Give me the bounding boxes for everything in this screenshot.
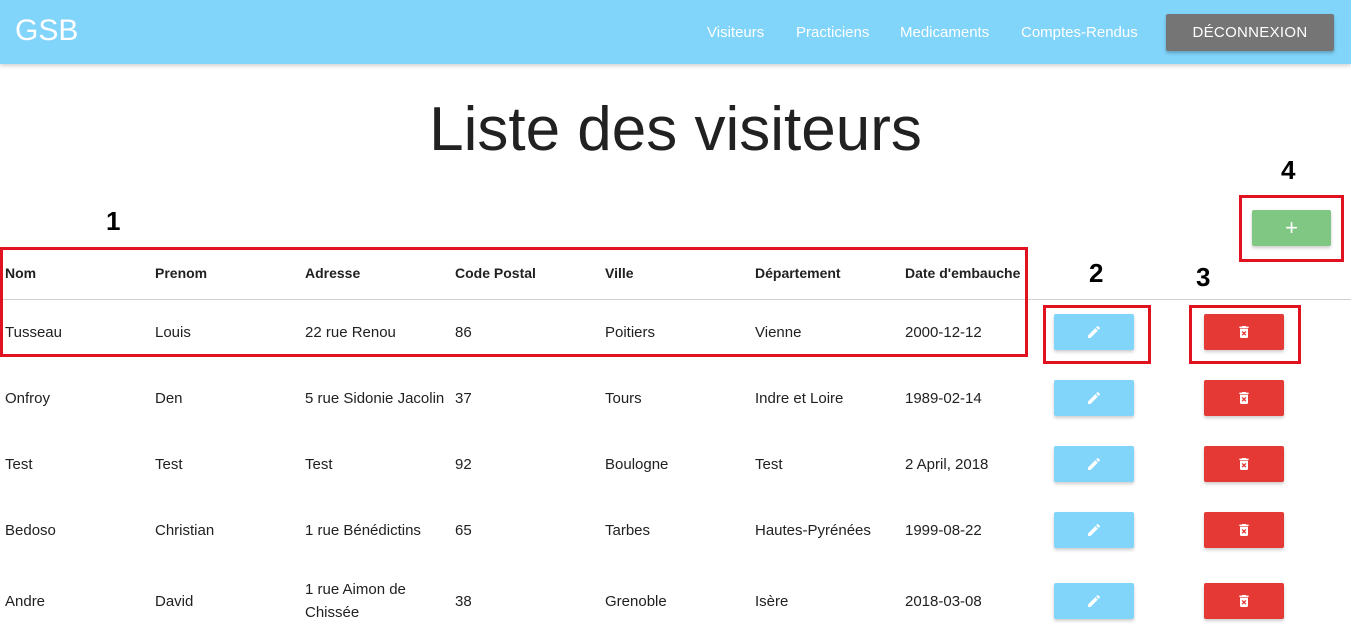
- cell-nom: Bedoso: [5, 522, 56, 539]
- cell-nom: Test: [5, 456, 33, 473]
- cell-departement: Test: [755, 456, 783, 473]
- trash-icon: [1239, 524, 1249, 536]
- cell-nom: Onfroy: [5, 390, 51, 407]
- top-navbar: GSB Visiteurs Practiciens Medicaments Co…: [0, 0, 1351, 64]
- edit-button[interactable]: [1054, 583, 1134, 619]
- cell-departement: Hautes-Pyrénées: [755, 522, 871, 539]
- annotation-label-3: 3: [1196, 262, 1211, 292]
- cell-code-postal: 92: [455, 456, 472, 473]
- trash-icon: [1239, 595, 1249, 607]
- edit-button[interactable]: [1054, 512, 1134, 548]
- cell-ville: Grenoble: [605, 593, 667, 610]
- cell-date-embauche: 2018-03-08: [905, 593, 982, 610]
- nav-link-visiteurs[interactable]: Visiteurs: [707, 24, 764, 41]
- cell-prenom: Test: [155, 456, 183, 473]
- annotation-box-4: [1239, 195, 1344, 262]
- annotation-box-2: [1043, 305, 1151, 364]
- nav-link-comptes-rendus[interactable]: Comptes-Rendus: [1021, 24, 1138, 41]
- annotation-box-3: [1189, 305, 1301, 364]
- cell-date-embauche: 1999-08-22: [905, 522, 982, 539]
- pencil-icon: [1088, 523, 1101, 536]
- trash-icon: [1239, 458, 1249, 470]
- cell-departement: Indre et Loire: [755, 390, 844, 407]
- annotation-label-1: 1: [106, 206, 121, 236]
- cell-date-embauche: 1989-02-14: [905, 390, 982, 407]
- pencil-icon: [1088, 594, 1101, 607]
- cell-adresse: 1 rue Bénédictins: [305, 522, 421, 539]
- cell-ville: Tours: [605, 390, 642, 407]
- cell-departement: Isère: [755, 593, 789, 610]
- cell-date-embauche: 2 April, 2018: [905, 456, 989, 473]
- delete-button[interactable]: [1204, 583, 1284, 619]
- cell-ville: Tarbes: [605, 522, 651, 539]
- delete-button[interactable]: [1204, 380, 1284, 416]
- cell-prenom: Den: [155, 390, 183, 407]
- cell-adresse: Test: [305, 456, 333, 473]
- pencil-icon: [1088, 391, 1101, 404]
- cell-ville: Boulogne: [605, 456, 669, 473]
- cell-code-postal: 65: [455, 522, 472, 539]
- nav-link-medicaments[interactable]: Medicaments: [900, 24, 989, 41]
- delete-button[interactable]: [1204, 512, 1284, 548]
- page-title: Liste des visiteurs: [429, 95, 922, 164]
- cell-prenom: Christian: [155, 522, 215, 539]
- annotation-label-4: 4: [1281, 155, 1296, 185]
- cell-code-postal: 37: [455, 390, 472, 407]
- cell-adresse: 5 rue Sidonie Jacolin: [305, 390, 445, 407]
- annotation-box-1: [0, 247, 1028, 357]
- edit-button[interactable]: [1054, 380, 1134, 416]
- trash-icon: [1239, 392, 1249, 404]
- edit-button[interactable]: [1054, 446, 1134, 482]
- cell-nom: Andre: [5, 593, 46, 610]
- cell-prenom: David: [155, 593, 194, 610]
- delete-button[interactable]: [1204, 446, 1284, 482]
- cell-code-postal: 38: [455, 593, 472, 610]
- annotation-label-2: 2: [1089, 258, 1104, 288]
- cell-adresse: 1 rue Aimon de Chissée: [305, 581, 406, 621]
- logout-button[interactable]: DÉCONNEXION: [1166, 14, 1334, 51]
- pencil-icon: [1088, 457, 1101, 470]
- nav-link-practiciens[interactable]: Practiciens: [796, 24, 869, 41]
- brand-logo[interactable]: GSB: [15, 14, 78, 48]
